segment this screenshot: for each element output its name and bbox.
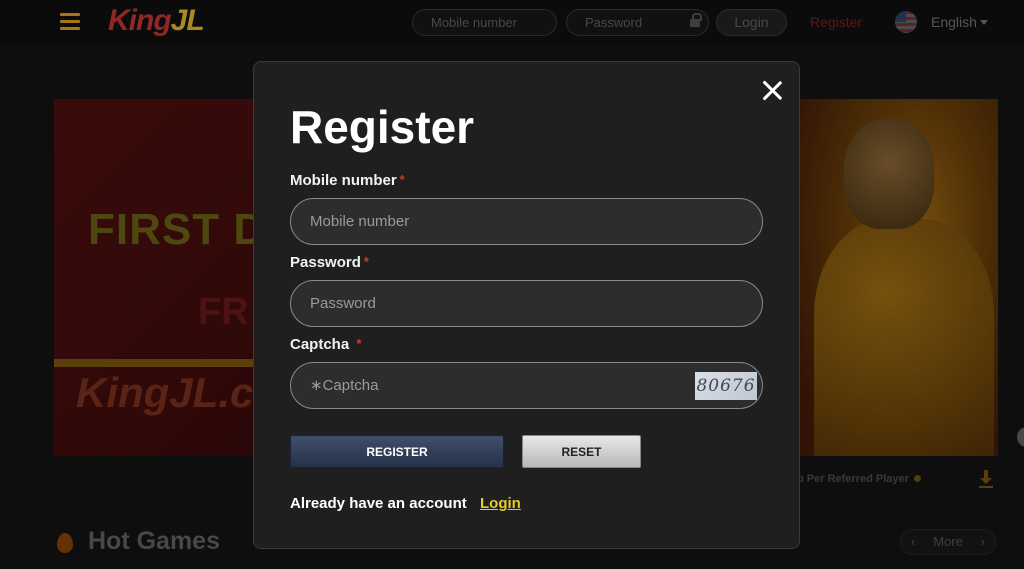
password-field[interactable] (290, 280, 763, 327)
captcha-image[interactable]: 80676 (695, 372, 757, 400)
mobile-field[interactable] (290, 198, 763, 245)
password-input[interactable] (291, 281, 762, 326)
close-icon[interactable] (759, 77, 785, 103)
required-mark: * (356, 336, 362, 351)
mobile-label: Mobile number * (290, 172, 405, 189)
already-account-text: Already have an account (290, 495, 467, 512)
required-mark: * (363, 254, 369, 269)
required-mark: * (399, 172, 405, 187)
register-modal: Register Mobile number* Password* Captch… (253, 61, 800, 549)
password-label: Password * (290, 254, 369, 271)
captcha-label-text: Captcha (290, 336, 350, 353)
mobile-label-text: Mobile number (290, 172, 397, 189)
modal-title: Register (290, 101, 475, 153)
login-link[interactable]: Login (480, 495, 521, 512)
mobile-input[interactable] (291, 199, 762, 244)
captcha-label: Captcha * (290, 336, 361, 353)
register-button[interactable]: REGISTER (290, 435, 504, 468)
page: KingJL Mobile number Password Login Regi… (0, 0, 1024, 569)
reset-button[interactable]: RESET (522, 435, 641, 468)
password-label-text: Password (290, 254, 361, 271)
captcha-input[interactable] (291, 363, 762, 408)
captcha-field[interactable]: 80676 (290, 362, 763, 409)
